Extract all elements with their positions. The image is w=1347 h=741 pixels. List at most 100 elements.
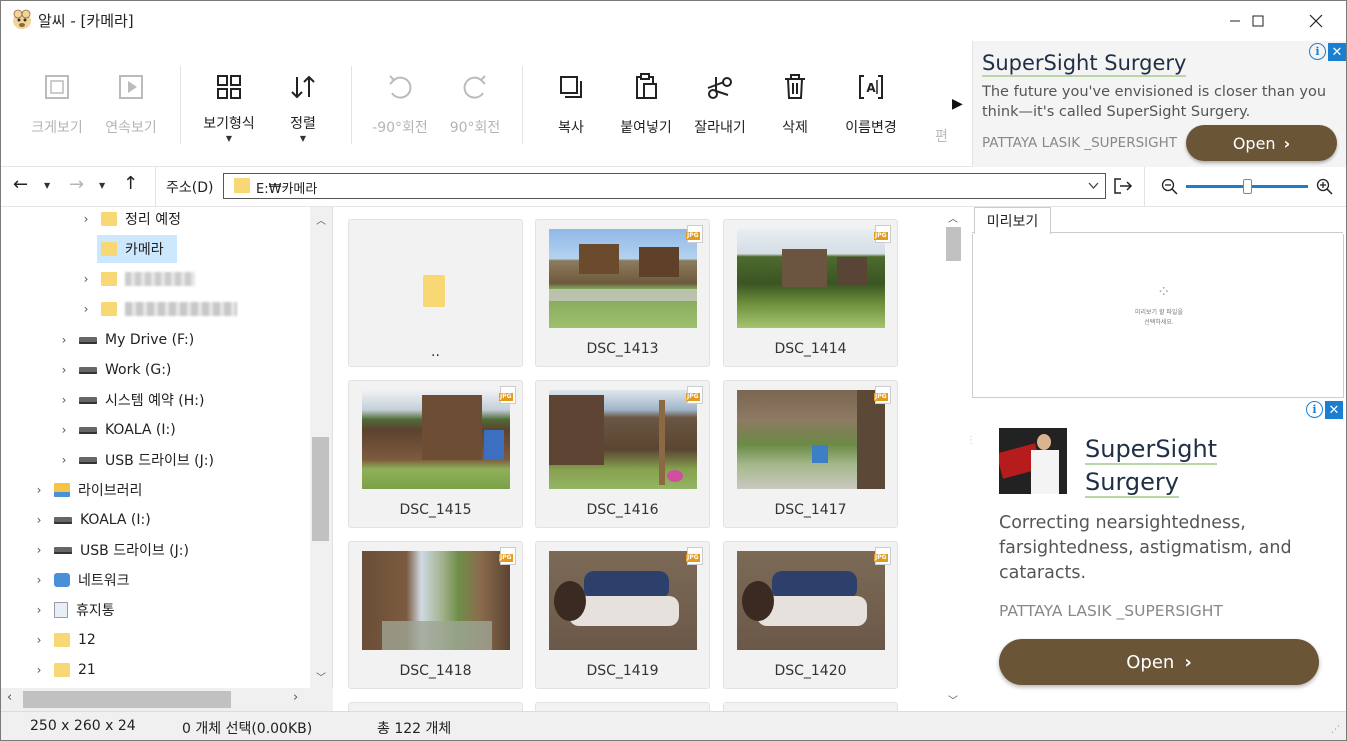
address-field[interactable]: E:₩카메라 bbox=[223, 173, 1106, 199]
scissors-icon bbox=[707, 77, 732, 99]
slideshow-button[interactable]: 연속보기 bbox=[97, 61, 165, 161]
up-arrow-icon[interactable]: ↑ bbox=[123, 173, 138, 194]
chevron-right-icon[interactable]: › bbox=[79, 272, 93, 286]
tree-item[interactable]: › USB 드라이브 (J:) bbox=[32, 536, 189, 564]
maximize-button[interactable] bbox=[1235, 1, 1281, 41]
fullview-button[interactable]: 크게보기 bbox=[23, 61, 91, 161]
ad-title[interactable]: SuperSight Surgery bbox=[982, 51, 1187, 77]
tree-item[interactable]: › 라이브러리 bbox=[32, 476, 142, 504]
tree-item[interactable]: › 시스템 예약 (H:) bbox=[57, 386, 205, 414]
zoom-out-icon[interactable] bbox=[1161, 178, 1178, 195]
cut-button[interactable]: 잘라내기 bbox=[685, 61, 755, 161]
close-button[interactable] bbox=[1293, 1, 1339, 41]
chevron-right-icon[interactable]: › bbox=[32, 663, 46, 677]
chevron-right-icon[interactable]: › bbox=[32, 603, 46, 617]
tree-item[interactable]: › KOALA (I:) bbox=[32, 506, 151, 534]
thumbnail[interactable]: JPG DSC_1413 bbox=[535, 219, 710, 367]
tree-item[interactable]: › bbox=[79, 295, 237, 323]
chevron-right-icon[interactable]: › bbox=[57, 453, 71, 467]
chevron-down-icon[interactable] bbox=[1088, 182, 1099, 190]
tree-item[interactable]: › 네트워크 bbox=[32, 566, 130, 594]
delete-button[interactable]: 삭제 bbox=[763, 61, 827, 161]
tree-horizontal-scrollbar[interactable]: ‹ › bbox=[1, 688, 310, 711]
app-window: 알씨 - [카메라] 크게보기 연속보기 보기형식 ▼ 정렬 ▼ -90°회전 … bbox=[0, 0, 1347, 741]
scroll-down-arrow-icon[interactable]: ﹀ bbox=[316, 669, 326, 684]
scroll-right-arrow-icon[interactable]: › bbox=[293, 690, 298, 705]
scroll-down-arrow-icon[interactable]: ﹀ bbox=[948, 692, 958, 707]
chevron-right-icon[interactable]: › bbox=[79, 302, 93, 316]
window-title: 알씨 - [카메라] bbox=[38, 12, 134, 30]
banner-ad[interactable]: i ✕ SuperSight Surgery The future you've… bbox=[972, 41, 1346, 167]
thumbnail[interactable]: JPG DSC_1416 bbox=[535, 380, 710, 528]
ad-open-button[interactable]: Open › bbox=[1186, 125, 1337, 161]
chevron-right-icon[interactable]: › bbox=[32, 543, 46, 557]
thumbnail[interactable]: JPG DSC_1418 bbox=[348, 541, 523, 689]
tree-item[interactable]: › 정리 예정 bbox=[79, 205, 181, 233]
tree-item[interactable]: › bbox=[79, 265, 195, 293]
thumbnail[interactable]: JPG DSC_1417 bbox=[723, 380, 898, 528]
tree-item[interactable]: › USB 드라이브 (J:) bbox=[57, 446, 214, 474]
back-arrow-icon[interactable]: ← bbox=[13, 174, 28, 195]
tree-item[interactable]: › KOALA (I:) bbox=[57, 416, 176, 444]
jpg-badge-icon: JPG bbox=[686, 225, 703, 243]
ad-title[interactable]: SuperSight Surgery bbox=[1085, 433, 1305, 499]
sort-button[interactable]: 정렬 ▼ bbox=[271, 61, 335, 161]
tree-item[interactable]: › 21 bbox=[32, 656, 96, 684]
scroll-up-arrow-icon[interactable]: ︿ bbox=[316, 212, 326, 227]
drive-icon bbox=[79, 366, 97, 374]
tree-item-label: My Drive (F:) bbox=[105, 332, 195, 348]
scrollbar-thumb[interactable] bbox=[946, 227, 961, 261]
scrollbar-thumb[interactable] bbox=[23, 691, 231, 708]
rotate-left-button[interactable]: -90°회전 bbox=[363, 61, 437, 161]
go-icon[interactable] bbox=[1113, 177, 1133, 195]
ad-close-icon[interactable]: ✕ bbox=[1328, 43, 1346, 61]
rename-button[interactable]: A 이름변경 bbox=[835, 61, 907, 161]
paste-button[interactable]: 붙여넣기 bbox=[611, 61, 681, 161]
forward-history-chevron-icon[interactable]: ▼ bbox=[99, 181, 105, 190]
thumbnail-parent-folder[interactable]: .. bbox=[348, 219, 523, 367]
ad-info-icon[interactable]: i bbox=[1309, 43, 1326, 60]
toolbar-more-arrow-icon[interactable]: ▶ bbox=[952, 96, 963, 112]
chevron-right-icon[interactable]: › bbox=[57, 423, 71, 437]
scroll-left-arrow-icon[interactable]: ‹ bbox=[7, 690, 12, 705]
resize-grip-icon[interactable]: ⋰ bbox=[1331, 725, 1340, 735]
scroll-up-arrow-icon[interactable]: ︿ bbox=[948, 210, 958, 225]
chevron-right-icon[interactable]: › bbox=[57, 333, 71, 347]
jpg-badge-icon: JPG bbox=[686, 547, 703, 565]
side-ad[interactable]: i ✕ SuperSight Surgery Correcting nearsi… bbox=[972, 399, 1344, 711]
photo-thumbnail bbox=[362, 390, 510, 489]
tree-item-selected[interactable]: 카메라 bbox=[97, 235, 177, 263]
tree-item[interactable]: › Work (G:) bbox=[57, 356, 172, 384]
thumbnail[interactable]: JPG DSC_1419 bbox=[535, 541, 710, 689]
tree-item[interactable]: › My Drive (F:) bbox=[57, 326, 195, 354]
zoom-slider-thumb[interactable] bbox=[1243, 179, 1252, 194]
ad-open-button[interactable]: Open › bbox=[999, 639, 1319, 685]
back-history-chevron-icon[interactable]: ▼ bbox=[44, 181, 50, 190]
tree-vertical-scrollbar[interactable]: ︿ ﹀ bbox=[310, 207, 332, 688]
chevron-right-icon[interactable]: › bbox=[32, 513, 46, 527]
tree-item[interactable]: › 휴지통 bbox=[32, 596, 115, 624]
chevron-right-icon[interactable]: › bbox=[57, 393, 71, 407]
tab-preview[interactable]: 미리보기 bbox=[974, 207, 1051, 234]
copy-button[interactable]: 복사 bbox=[539, 61, 603, 161]
chevron-right-icon[interactable]: › bbox=[32, 573, 46, 587]
zoom-in-icon[interactable] bbox=[1316, 178, 1333, 195]
ad-info-icon[interactable]: i bbox=[1306, 401, 1323, 418]
tree-item[interactable]: › 12 bbox=[32, 626, 96, 654]
chevron-right-icon[interactable]: › bbox=[32, 633, 46, 647]
scrollbar-thumb[interactable] bbox=[312, 437, 329, 541]
grid-vertical-scrollbar[interactable]: ︿ ﹀ bbox=[942, 207, 964, 711]
thumbnail[interactable]: JPG DSC_1420 bbox=[723, 541, 898, 689]
thumbnail[interactable]: JPG DSC_1414 bbox=[723, 219, 898, 367]
thumbnail[interactable]: JPG DSC_1415 bbox=[348, 380, 523, 528]
rotate-right-button[interactable]: 90°회전 bbox=[441, 61, 509, 161]
preview-panel: ⋮ 미리보기 ⁘ 미리보기 할 파일을 선택하세요. i ✕ SuperSight… bbox=[965, 207, 1346, 711]
play-icon bbox=[119, 75, 143, 99]
forward-arrow-icon[interactable]: → bbox=[69, 174, 84, 195]
chevron-right-icon[interactable]: › bbox=[79, 212, 93, 226]
chevron-right-icon[interactable]: › bbox=[32, 483, 46, 497]
chevron-right-icon[interactable]: › bbox=[57, 363, 71, 377]
alsee-app-icon bbox=[13, 9, 31, 29]
ad-close-icon[interactable]: ✕ bbox=[1325, 401, 1343, 419]
viewmode-button[interactable]: 보기형식 ▼ bbox=[193, 61, 265, 161]
